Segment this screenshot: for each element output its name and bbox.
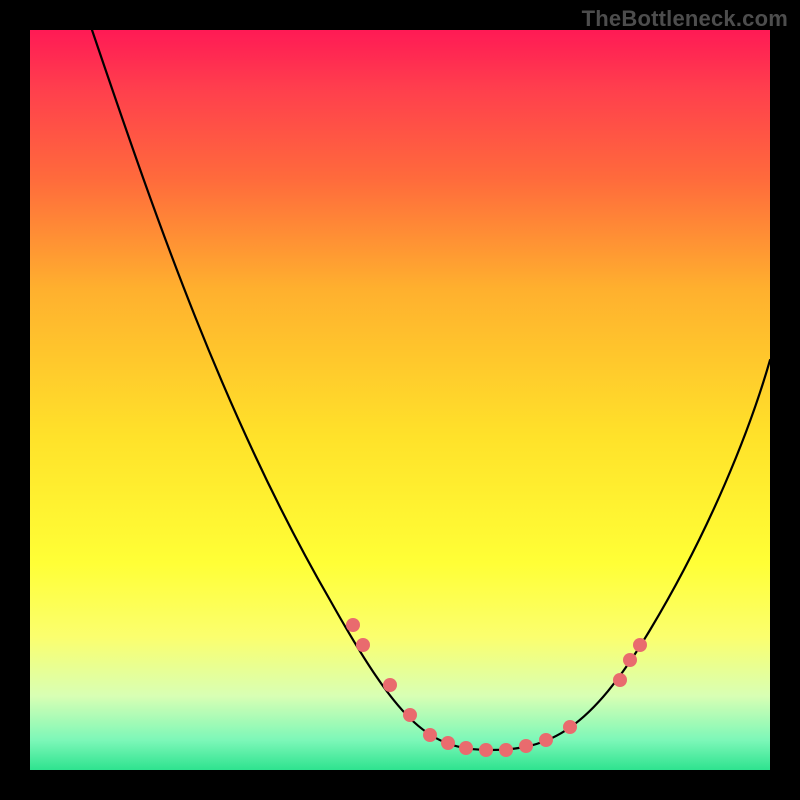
- data-marker: [479, 743, 493, 757]
- data-marker: [563, 720, 577, 734]
- bottleneck-curve: [92, 30, 770, 750]
- data-marker: [356, 638, 370, 652]
- data-marker: [499, 743, 513, 757]
- data-marker: [383, 678, 397, 692]
- data-marker: [403, 708, 417, 722]
- data-marker: [633, 638, 647, 652]
- watermark-text: TheBottleneck.com: [582, 6, 788, 32]
- chart-frame: TheBottleneck.com: [0, 0, 800, 800]
- plot-area: [30, 30, 770, 770]
- data-marker: [623, 653, 637, 667]
- data-marker: [539, 733, 553, 747]
- data-marker: [459, 741, 473, 755]
- data-marker: [519, 739, 533, 753]
- data-marker: [423, 728, 437, 742]
- marker-group: [346, 618, 647, 757]
- data-marker: [613, 673, 627, 687]
- data-marker: [441, 736, 455, 750]
- data-marker: [346, 618, 360, 632]
- chart-svg: [30, 30, 770, 770]
